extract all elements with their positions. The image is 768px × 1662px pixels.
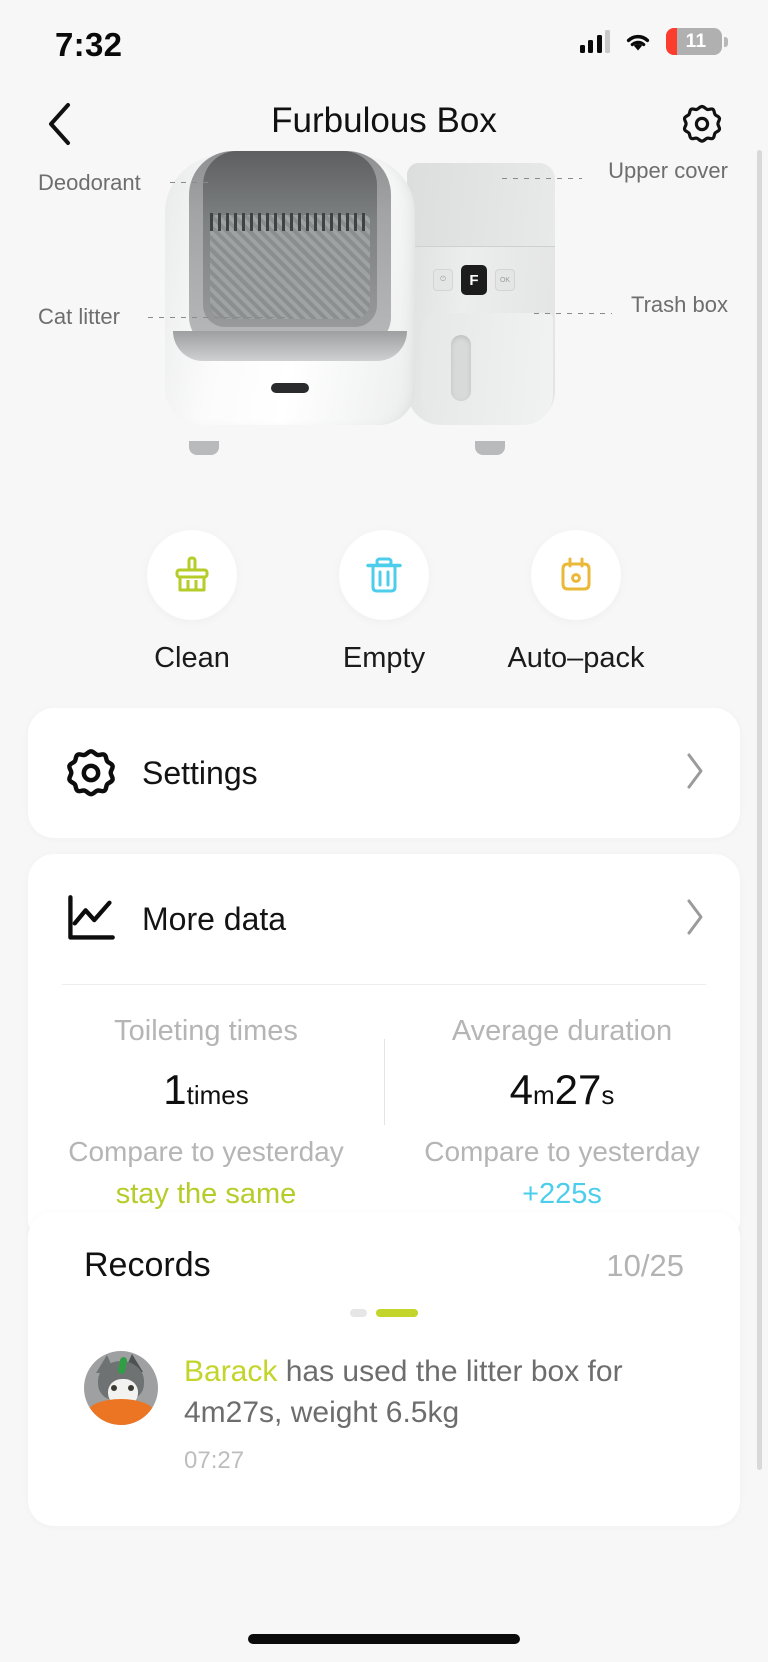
- action-buttons: Clean Empty Auto–pack: [0, 530, 768, 675]
- page-scrollbar[interactable]: [757, 150, 762, 1470]
- clean-label: Clean: [154, 642, 230, 674]
- empty-button[interactable]: Empty: [314, 530, 454, 675]
- stat-delta: stay the same: [115, 1178, 297, 1210]
- records-card: Records 10/25 Barack has used the litter…: [28, 1212, 740, 1526]
- record-pet-name: Barack: [184, 1355, 278, 1388]
- record-list-item[interactable]: Barack has used the litter box for 4m27s…: [28, 1317, 740, 1475]
- device-control-panel: ⏻ F OK: [433, 265, 535, 295]
- more-data-card: More data Toileting times 1times Compare…: [28, 854, 740, 1245]
- record-text: Barack has used the litter box for 4m27s…: [184, 1351, 684, 1433]
- stat-seconds-number: 27: [554, 1066, 602, 1113]
- empty-label: Empty: [342, 642, 426, 674]
- cellular-signal-icon: [579, 30, 610, 53]
- stats-section: Toileting times 1times Compare to yester…: [28, 985, 740, 1245]
- device-trash-drawer: [421, 313, 553, 425]
- stat-value-unit: times: [186, 1080, 249, 1110]
- stat-value: 1times: [28, 1066, 384, 1114]
- status-indicators: 11: [579, 28, 728, 55]
- device-right-module: ⏻ F OK: [407, 163, 555, 425]
- stat-average-duration: Average duration 4m27s Compare to yester…: [384, 1015, 740, 1211]
- label-cat-litter: Cat litter: [38, 304, 120, 329]
- line-chart-icon: [62, 894, 120, 944]
- stat-value: 4m27s: [384, 1066, 740, 1114]
- brand-logo: F: [461, 265, 487, 295]
- cat-avatar: [84, 1351, 158, 1425]
- more-data-row[interactable]: More data: [28, 854, 740, 984]
- label-trash-box: Trash box: [630, 292, 728, 317]
- record-timestamp: 07:27: [184, 1447, 245, 1474]
- leader-line-upper-cover: [502, 178, 582, 179]
- device-illustration: ⏻ F OK Deodorant Upper cover Cat litter …: [0, 145, 768, 475]
- stat-compare-label: Compare to yesterday: [68, 1136, 344, 1167]
- leader-line-trash-box: [534, 313, 612, 314]
- auto-pack-bag-icon: [561, 557, 591, 591]
- label-deodorant: Deodorant: [38, 170, 141, 195]
- records-title: Records: [84, 1246, 211, 1284]
- record-body: Barack has used the litter box for 4m27s…: [184, 1351, 684, 1475]
- pager-dot-2[interactable]: [376, 1309, 418, 1317]
- gear-icon: [62, 747, 120, 799]
- chevron-right-icon: [684, 752, 706, 795]
- battery-level: 11: [685, 30, 707, 52]
- records-date: 10/25: [606, 1248, 684, 1283]
- stat-seconds-unit: s: [601, 1080, 615, 1110]
- settings-label: Settings: [142, 754, 258, 791]
- stat-value-number: 1: [163, 1066, 187, 1113]
- status-bar: 7:32 11: [0, 0, 768, 86]
- records-header: Records 10/25: [28, 1212, 740, 1285]
- clean-button[interactable]: Clean: [122, 530, 262, 675]
- gear-icon: [682, 104, 722, 143]
- chevron-right-icon: [684, 898, 706, 941]
- leader-line-deodorant: [170, 182, 210, 183]
- auto-pack-button[interactable]: Auto–pack: [506, 530, 646, 675]
- page-title: Furbulous Box: [271, 101, 497, 140]
- stat-minutes-number: 4: [509, 1066, 533, 1113]
- battery-low-icon: 11: [666, 28, 728, 55]
- status-time: 7:32: [55, 26, 123, 63]
- auto-pack-label: Auto–pack: [507, 642, 645, 674]
- app-screen: 7:32 11 Furbulous Box ⏻ F OK Deodorant U…: [0, 0, 768, 1662]
- pager-dot-1[interactable]: [350, 1309, 367, 1317]
- brush-icon: [175, 556, 209, 592]
- more-data-label: More data: [142, 900, 287, 937]
- stat-title: Toileting times: [114, 1015, 298, 1047]
- records-pager[interactable]: [28, 1309, 740, 1317]
- stat-compare-label: Compare to yesterday: [424, 1136, 700, 1167]
- stats-separator: [384, 1039, 385, 1125]
- leader-line-cat-litter: [148, 317, 288, 318]
- litter-box-image: ⏻ F OK: [165, 151, 555, 455]
- settings-row[interactable]: Settings: [28, 708, 740, 838]
- stat-toileting-times: Toileting times 1times Compare to yester…: [28, 1015, 384, 1211]
- stat-minutes-unit: m: [532, 1080, 555, 1110]
- trash-icon: [366, 557, 402, 593]
- stat-delta: +225s: [522, 1178, 602, 1210]
- settings-card[interactable]: Settings: [28, 708, 740, 838]
- label-upper-cover: Upper cover: [608, 158, 728, 183]
- wifi-icon: [623, 31, 653, 53]
- home-indicator[interactable]: [248, 1634, 520, 1644]
- stat-title: Average duration: [451, 1015, 673, 1047]
